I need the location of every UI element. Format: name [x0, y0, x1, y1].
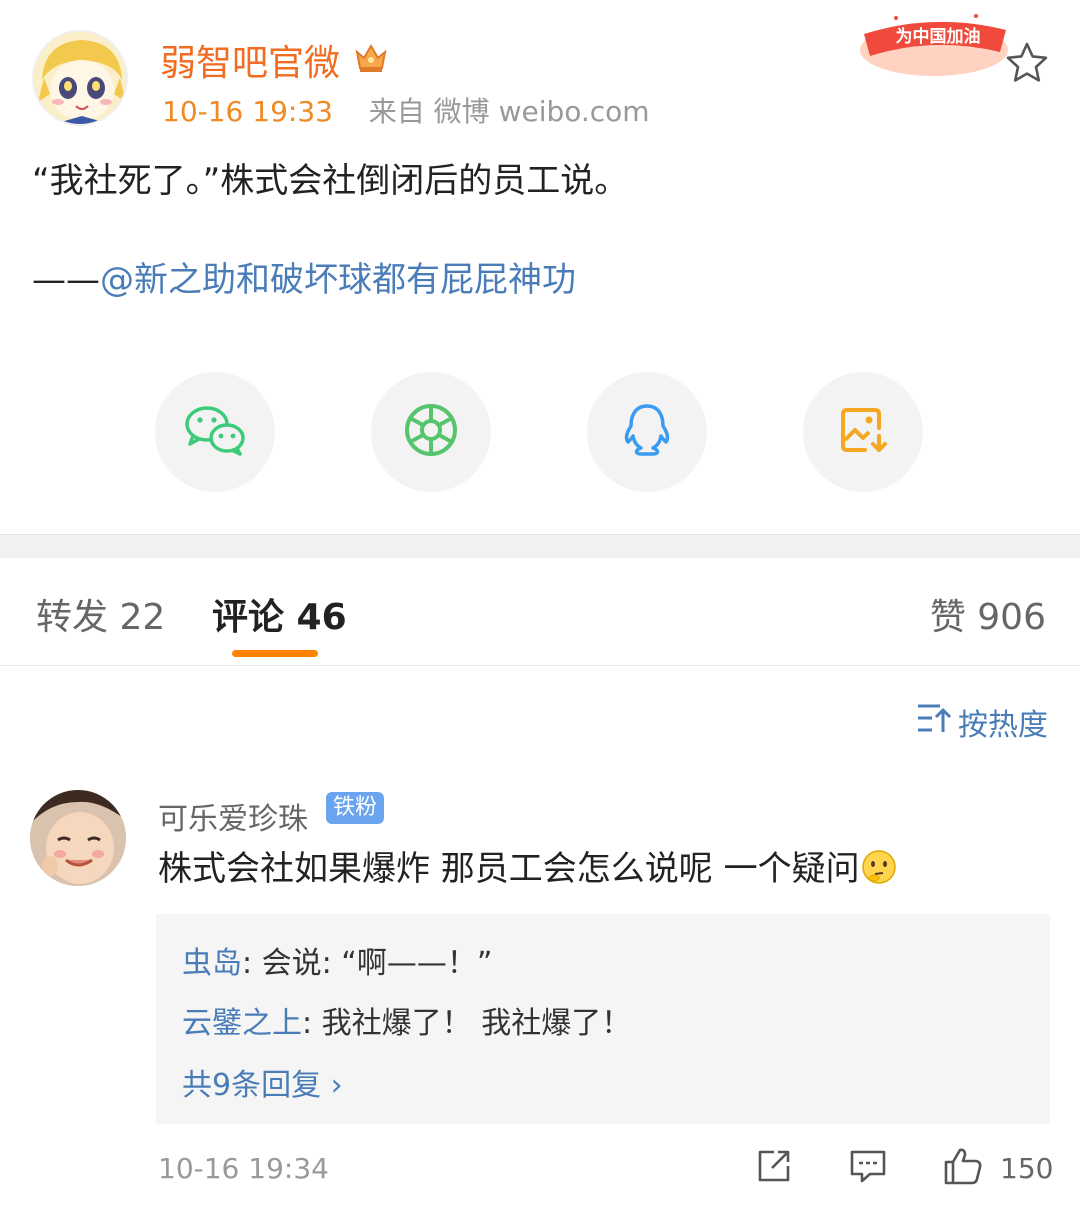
author-name[interactable]: 弱智吧官微 [160, 34, 340, 86]
wechat-icon [183, 402, 247, 462]
reply-author-link[interactable]: 云鐾之上 [182, 1006, 302, 1041]
active-tab-indicator [232, 650, 318, 657]
save-image-button[interactable] [803, 372, 923, 492]
share-wechat-button[interactable] [155, 372, 275, 492]
reply-item: 虫岛: 会说: “啊——！” [182, 938, 492, 982]
qq-icon [621, 402, 673, 462]
reply-text: 会说: “啊——！” [261, 946, 493, 981]
reply-preview-box[interactable]: 虫岛: 会说: “啊——！” 云鐾之上: 我社爆了！ 我社爆了！ 共9条回复 › [156, 914, 1050, 1124]
comment-text: 株式会社如果爆炸 那员工会怎么说呢 一个疑问 [158, 846, 898, 892]
crown-icon [352, 38, 390, 76]
sort-icon [916, 702, 952, 742]
source-mention-link[interactable]: @新之助和破坏球都有屁屁神功 [100, 260, 576, 300]
reply-separator: : [242, 946, 262, 981]
post-meta: 10-16 19:33 来自 微博 weibo.com [162, 90, 650, 130]
thinking-emoji-icon [860, 848, 898, 886]
reply-item: 云鐾之上: 我社爆了！ 我社爆了！ [182, 998, 631, 1042]
save-image-icon [837, 404, 889, 460]
favorite-star-icon[interactable] [1004, 40, 1050, 86]
commenter-name[interactable]: 可乐爱珍珠 [158, 794, 308, 838]
repost-comment-icon[interactable] [754, 1146, 794, 1186]
cheer-badge: 为中国加油 [856, 8, 1012, 78]
section-divider [0, 534, 1080, 558]
sort-by-hot-button[interactable]: 按热度 [916, 700, 1048, 744]
post-tabs: 转发 22 评论 46 赞 906 [0, 558, 1080, 666]
author-avatar[interactable] [32, 30, 128, 126]
moments-icon [403, 402, 459, 462]
commenter-avatar[interactable] [30, 790, 126, 886]
share-moments-button[interactable] [371, 372, 491, 492]
comment-footer: 10-16 19:34 150 [0, 1140, 1080, 1200]
like-count: 150 [1000, 1152, 1054, 1185]
post-attribution: ——@新之助和破坏球都有屁屁神功 [32, 255, 576, 305]
sort-label: 按热度 [958, 708, 1048, 743]
tab-likes[interactable]: 赞 906 [930, 588, 1046, 640]
view-all-replies-link[interactable]: 共9条回复 › [182, 1060, 343, 1104]
comment-time: 10-16 19:34 [158, 1152, 329, 1185]
reply-text: 我社爆了！ 我社爆了！ [321, 1006, 632, 1041]
fan-badge: 铁粉 [326, 792, 385, 824]
reply-comment-icon[interactable] [848, 1146, 888, 1186]
tab-comments[interactable]: 评论 46 [212, 588, 347, 640]
tab-repost[interactable]: 转发 22 [36, 588, 165, 640]
cheer-badge-text: 为中国加油 [896, 26, 981, 47]
post-text: “我社死了。”株式会社倒闭后的员工说。 [32, 161, 629, 201]
post-time: 10-16 19:33 [162, 95, 333, 128]
reply-separator: : [302, 1006, 322, 1041]
post-header: 弱智吧官微 10-16 19:33 来自 微博 weibo.com 为中国加油 [0, 0, 1080, 140]
comment-body: 株式会社如果爆炸 那员工会怎么说呢 一个疑问 [158, 849, 860, 889]
attribution-dash: —— [32, 260, 100, 300]
like-thumb-icon[interactable] [942, 1146, 982, 1186]
post-source-app: 来自 微博 weibo.com [368, 95, 650, 128]
reply-author-link[interactable]: 虫岛 [182, 946, 242, 981]
share-row [0, 372, 1080, 492]
share-qq-button[interactable] [587, 372, 707, 492]
